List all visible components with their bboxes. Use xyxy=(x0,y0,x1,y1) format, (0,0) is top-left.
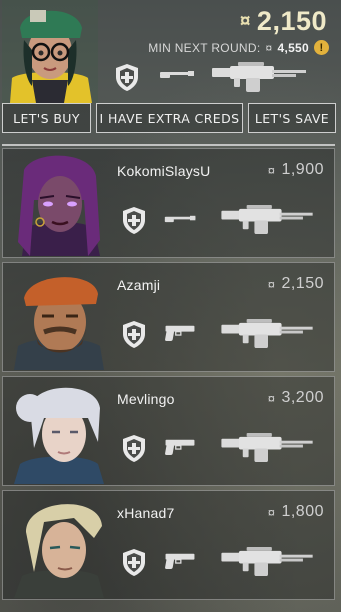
player-credits: ¤ 2,150 xyxy=(240,6,327,37)
section-divider xyxy=(2,144,335,146)
shorty-icon xyxy=(164,215,196,223)
teammate-loadout xyxy=(115,543,330,581)
ghost-pistol-icon xyxy=(164,325,196,342)
teammate-agent-portrait xyxy=(4,492,114,598)
credits-currency-icon: ¤ xyxy=(267,390,276,406)
heavy-shield-icon xyxy=(123,321,145,348)
player-credits-value: 2,150 xyxy=(256,6,327,36)
heavy-shield-icon xyxy=(123,435,145,462)
teammate-name: xHanad7 xyxy=(117,505,175,521)
warning-icon[interactable]: ! xyxy=(314,40,329,55)
player-panel: ¤ 2,150 MIN NEXT ROUND: ¤ 4,550 ! LET'S … xyxy=(0,0,341,136)
credits-currency-icon: ¤ xyxy=(267,504,276,520)
teammate-name: KokomiSlaysU xyxy=(117,163,211,179)
extra-creds-button[interactable]: I HAVE EXTRA CREDS xyxy=(96,103,243,133)
credits-currency-icon: ¤ xyxy=(239,10,251,32)
teammate-credits-value: 3,200 xyxy=(281,389,324,406)
lets-save-button[interactable]: LET'S SAVE xyxy=(248,103,336,133)
teammate-loadout xyxy=(115,315,330,353)
teammate-name: Mevlingo xyxy=(117,391,175,407)
teammate-credits: ¤ 1,900 xyxy=(268,161,324,179)
teammate-agent-portrait xyxy=(4,264,114,370)
lets-buy-button[interactable]: LET'S BUY xyxy=(2,103,91,133)
odin-machine-gun-icon xyxy=(212,62,306,92)
heavy-shield-icon xyxy=(123,207,145,234)
ghost-pistol-icon xyxy=(164,553,196,570)
teammate-agent-portrait xyxy=(4,378,114,484)
odin-machine-gun-icon xyxy=(221,318,313,349)
player-loadout xyxy=(112,60,337,96)
player-agent-portrait xyxy=(2,0,98,103)
teammate-card[interactable]: Azamji ¤ 2,150 xyxy=(2,262,335,372)
odin-machine-gun-icon xyxy=(221,546,313,577)
teammate-credits-value: 2,150 xyxy=(281,275,324,292)
teammate-credits: ¤ 3,200 xyxy=(268,389,324,407)
odin-machine-gun-icon xyxy=(221,204,313,235)
teammate-agent-portrait xyxy=(4,150,114,256)
teammate-credits-value: 1,900 xyxy=(281,161,324,178)
teammate-credits: ¤ 2,150 xyxy=(268,275,324,293)
min-next-round-currency-icon: ¤ xyxy=(265,40,273,55)
odin-machine-gun-icon xyxy=(221,432,313,463)
min-next-round-label: MIN NEXT ROUND: xyxy=(148,40,261,55)
teammate-credits-value: 1,800 xyxy=(281,503,324,520)
credits-currency-icon: ¤ xyxy=(267,276,276,292)
min-next-round-value: 4,550 xyxy=(277,40,309,55)
teammate-credits: ¤ 1,800 xyxy=(268,503,324,521)
min-next-round: MIN NEXT ROUND: ¤ 4,550 ! xyxy=(148,40,329,55)
teammate-loadout xyxy=(115,201,330,239)
ghost-pistol-icon xyxy=(164,439,196,456)
teammate-card[interactable]: xHanad7 ¤ 1,800 xyxy=(2,490,335,600)
heavy-shield-icon xyxy=(116,64,138,91)
request-buttons: LET'S BUY I HAVE EXTRA CREDS LET'S SAVE xyxy=(0,103,341,133)
teammate-card[interactable]: KokomiSlaysU ¤ 1,900 xyxy=(2,148,335,258)
teammate-name: Azamji xyxy=(117,277,161,293)
teammate-loadout xyxy=(115,429,330,467)
shorty-icon xyxy=(160,71,194,78)
teammate-card[interactable]: Mevlingo ¤ 3,200 xyxy=(2,376,335,486)
credits-currency-icon: ¤ xyxy=(267,162,276,178)
heavy-shield-icon xyxy=(123,549,145,576)
